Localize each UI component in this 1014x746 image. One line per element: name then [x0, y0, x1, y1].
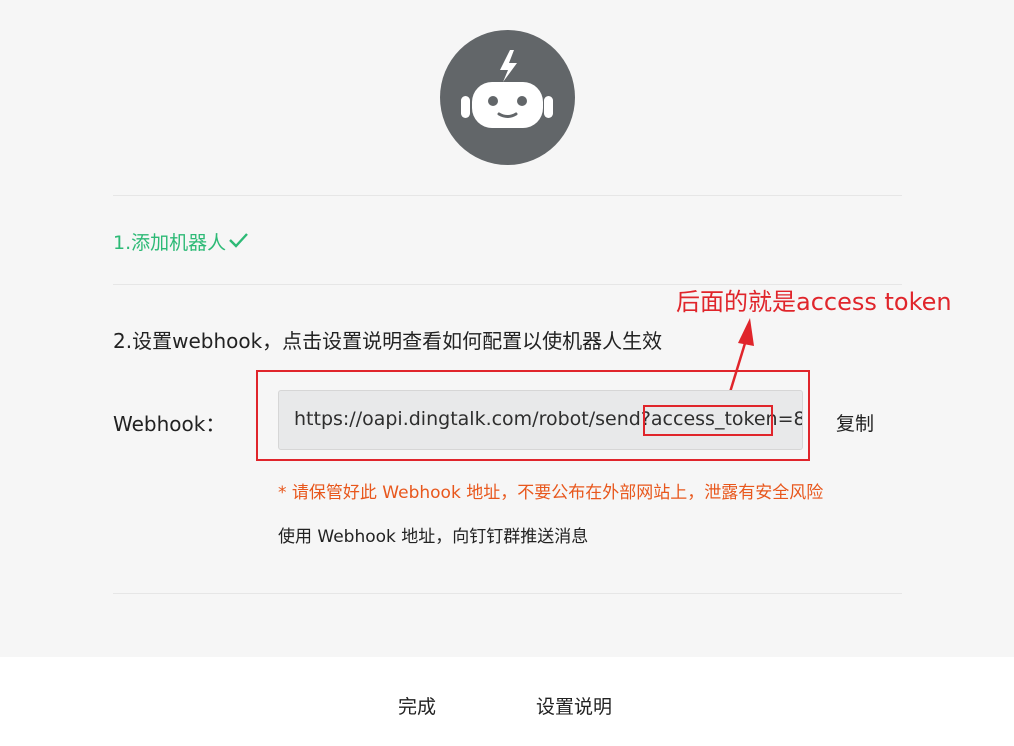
- copy-button[interactable]: 复制: [836, 409, 874, 436]
- divider-top: [113, 195, 902, 196]
- webhook-label: Webhook：: [113, 412, 226, 436]
- usage-description: 使用 Webhook 地址，向钉钉群推送消息: [278, 527, 589, 547]
- step-1-label: 1.添加机器人: [113, 232, 227, 254]
- robot-avatar: [440, 30, 575, 165]
- check-icon: [228, 231, 249, 253]
- webhook-url-field[interactable]: https://oapi.dingtalk.com/robot/send?acc…: [278, 390, 803, 450]
- robot-icon: [461, 50, 553, 128]
- setup-help-button[interactable]: 设置说明: [536, 692, 612, 719]
- security-warning: * 请保管好此 Webhook 地址，不要公布在外部网站上，泄露有安全风险: [278, 483, 824, 503]
- done-button[interactable]: 完成: [398, 692, 436, 719]
- annotation-text: 后面的就是access token: [676, 288, 952, 316]
- step-2-title: 2.设置webhook，点击设置说明查看如何配置以使机器人生效: [113, 329, 663, 353]
- footer-bar: 完成 设置说明: [0, 657, 1014, 746]
- webhook-url-value: https://oapi.dingtalk.com/robot/send?acc…: [294, 408, 803, 430]
- divider-bottom: [113, 593, 902, 594]
- step-1-title: 1.添加机器人: [113, 228, 249, 255]
